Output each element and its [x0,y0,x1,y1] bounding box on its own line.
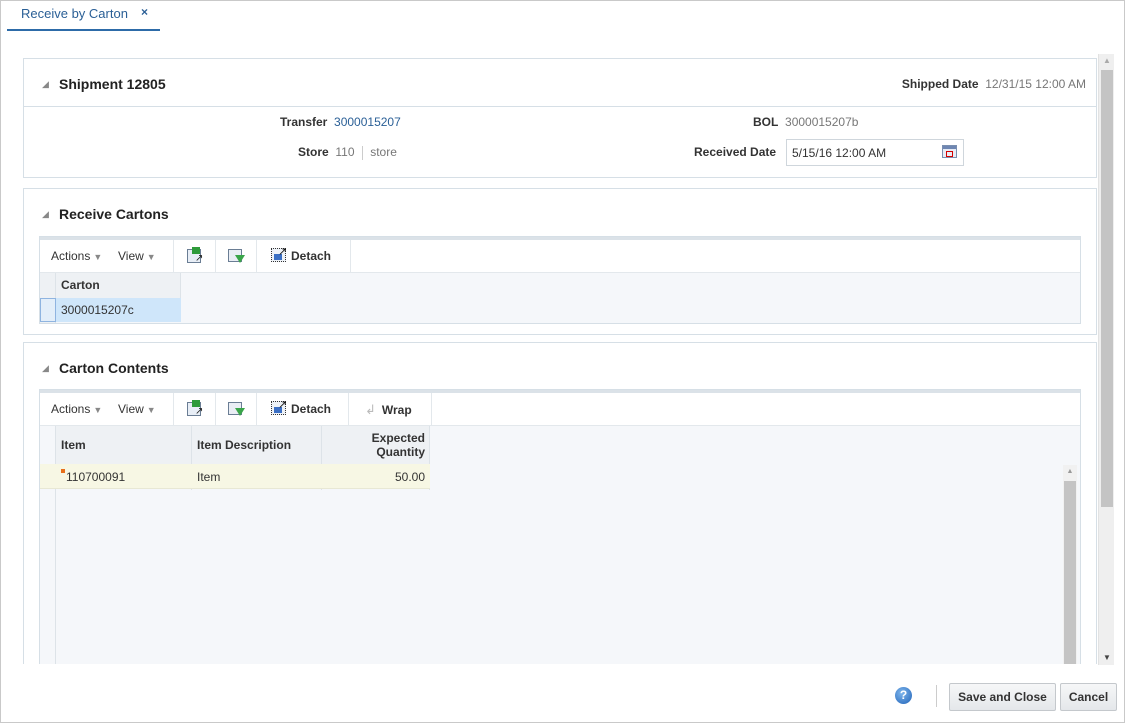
carton-contents-header: ◢ Carton Contents [24,343,1096,391]
received-date-value: 5/15/16 12:00 AM [792,146,887,160]
query-filter-button[interactable] [228,240,245,273]
transfer-link[interactable]: 3000015207 [334,115,401,129]
scrollbar-thumb[interactable] [1064,481,1076,664]
collapse-triangle-icon[interactable]: ◢ [42,79,49,90]
scrollbar-thumb[interactable] [1101,70,1113,507]
column-header-item[interactable]: Item [61,438,86,452]
filter-icon [228,402,245,417]
bol-field: BOL 3000015207b [753,115,858,129]
tab-bar: Receive by Carton × [1,1,1124,33]
store-id: 110 [335,145,355,159]
shipped-date-label: Shipped Date [901,77,979,91]
footer-divider [936,685,937,707]
expected-quantity-cell: 50.00 [394,470,425,484]
transfer-label: Transfer [280,115,328,129]
scroll-down-icon[interactable]: ▼ [1099,651,1115,665]
help-icon[interactable]: ? [895,687,912,704]
carton-cell: 3000015207c [61,303,134,317]
receive-cartons-title: Receive Cartons [59,206,169,222]
modified-indicator-icon [61,469,65,473]
close-tab-icon[interactable]: × [141,5,148,19]
detach-icon [271,245,287,263]
cancel-button[interactable]: Cancel [1060,683,1117,711]
calendar-icon[interactable] [942,145,957,158]
bol-label: BOL [753,115,779,129]
main-content: ◢ Shipment 12805 Shipped Date 12/31/15 1… [23,58,1097,664]
contents-table: Actions▼ View▼ Detach ↲Wrap Item Item De… [39,389,1081,664]
actions-menu[interactable]: Actions ▼ [51,240,102,273]
store-name: store [370,145,397,159]
contents-toolbar: Actions▼ View▼ Detach ↲Wrap [40,390,1080,426]
bol-value: 3000015207b [785,115,859,129]
store-label: Store [298,145,329,159]
collapse-triangle-icon[interactable]: ◢ [42,363,49,374]
collapse-triangle-icon[interactable]: ◢ [42,209,49,220]
transfer-field: Transfer 3000015207 [280,115,401,129]
export-excel-button[interactable] [187,393,203,426]
table-row[interactable]: 110700091 Item 50.00 [40,464,430,489]
carton-contents-panel: ◢ Carton Contents Actions▼ View▼ Detach … [23,342,1097,664]
actions-menu[interactable]: Actions ▼ [51,393,102,426]
wrap-button[interactable]: ↲ Wrap [365,393,412,426]
cartons-table: Actions▼ View▼ Detach Carton 3000015207c [39,236,1081,324]
table-scrollbar[interactable]: ▲ [1063,465,1077,664]
view-menu[interactable]: View ▼ [118,393,156,426]
item-cell[interactable]: 110700091 [66,470,125,484]
carton-contents-title: Carton Contents [59,360,169,376]
column-header-carton[interactable]: Carton [61,278,100,292]
shipment-panel: ◢ Shipment 12805 Shipped Date 12/31/15 1… [23,58,1097,178]
description-cell: Item [197,470,221,484]
column-header-item-description[interactable]: Item Description [197,438,291,452]
row-selector[interactable] [40,298,56,322]
receive-cartons-header: ◢ Receive Cartons [24,189,1096,237]
cartons-toolbar: Actions▼ View▼ Detach [40,237,1080,273]
tab-label: Receive by Carton [21,6,128,21]
wrap-icon: ↲ [365,402,376,417]
received-date-input[interactable]: 5/15/16 12:00 AM [786,139,964,166]
shipment-title: Shipment 12805 [59,76,166,92]
export-excel-icon [187,246,203,264]
query-filter-button[interactable] [228,393,245,426]
received-date-label: Received Date [694,145,777,159]
shipped-date-value: 12/31/15 12:00 AM [985,77,1086,91]
shipment-header: ◢ Shipment 12805 Shipped Date 12/31/15 1… [24,59,1096,107]
table-row[interactable]: 3000015207c [56,298,181,322]
column-header-expected-quantity[interactable]: Expected Quantity [322,431,425,459]
store-field: Store 110 store [298,145,397,160]
detach-icon [271,398,287,416]
receive-cartons-panel: ◢ Receive Cartons Actions▼ View▼ Detach … [23,188,1097,335]
save-and-close-button[interactable]: Save and Close [949,683,1056,711]
scroll-up-icon[interactable]: ▲ [1063,465,1077,479]
detach-button[interactable]: Detach [271,393,331,426]
tab-receive-by-carton[interactable]: Receive by Carton × [7,1,160,31]
export-excel-icon [187,399,203,417]
page-scrollbar[interactable]: ▲ ▼ [1098,54,1114,665]
scroll-up-icon[interactable]: ▲ [1099,54,1115,68]
view-menu[interactable]: View ▼ [118,240,156,273]
filter-icon [228,249,245,264]
export-excel-button[interactable] [187,240,203,273]
received-date-label-wrap: Received Date [694,145,776,159]
shipped-date: Shipped Date 12/31/15 12:00 AM [902,77,1086,91]
detach-button[interactable]: Detach [271,240,331,273]
